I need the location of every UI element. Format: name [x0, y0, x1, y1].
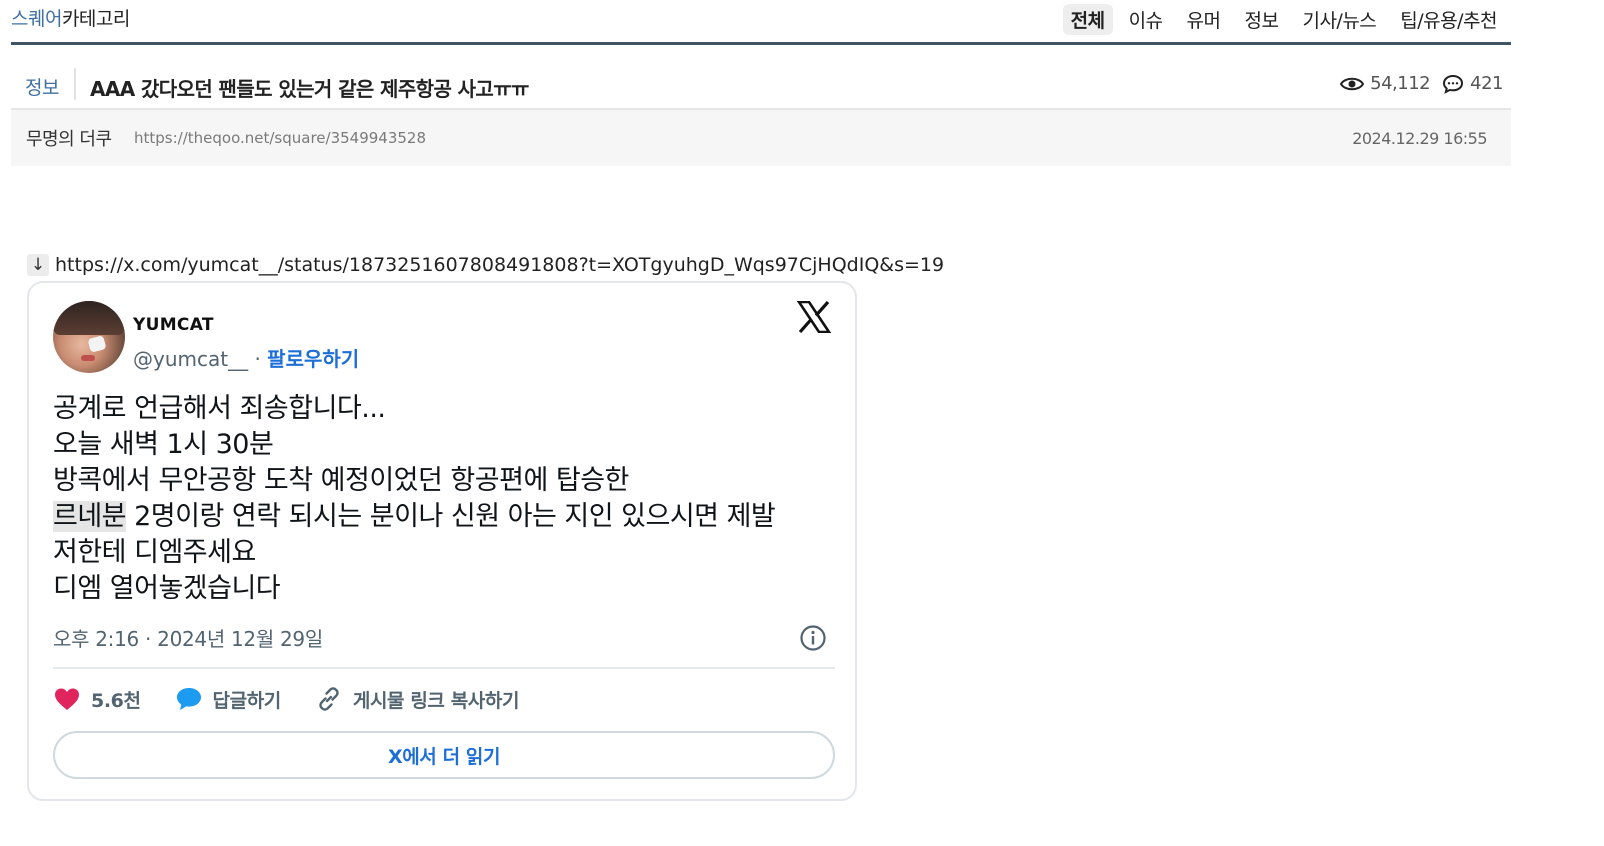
tweet-line-rest: 2명이랑 연락 되시는 분이나 신원 아는 지인 있으시면 제발	[126, 501, 776, 532]
top-navigation: 스퀘어카테고리 전체 이슈 유머 정보 기사/뉴스 팁/유용/추천	[11, 0, 1511, 45]
board-category-label[interactable]: 카테고리	[62, 8, 130, 30]
post-header: 정보 AAA 갔다오던 팬들도 있는거 같은 제주항공 사고ㅠㅠ 54,112 …	[11, 62, 1511, 110]
reply-button[interactable]: 답글하기	[175, 686, 281, 713]
divider	[74, 68, 76, 100]
board-brand[interactable]: 스퀘어	[11, 8, 62, 30]
heart-icon	[55, 688, 79, 710]
like-button[interactable]: 5.6천	[53, 686, 141, 713]
category-tabs: 전체 이슈 유머 정보 기사/뉴스 팁/유용/추천	[1062, 4, 1505, 35]
x-logo-icon[interactable]	[797, 301, 831, 333]
avatar[interactable]	[53, 301, 125, 373]
like-count: 5.6천	[91, 689, 141, 712]
highlighted-text: 르네분	[53, 501, 127, 532]
tweet-handle[interactable]: @yumcat__	[133, 347, 248, 371]
handle-separator: ·	[248, 347, 268, 371]
comment-icon	[1443, 74, 1464, 94]
tweet-embed: YUMCAT @yumcat__ · 팔로우하기 공계로 언급해서 죄송합니다.…	[27, 281, 857, 801]
link-icon	[319, 687, 339, 711]
post-meta: 무명의 더쿠 https://theqoo.net/square/3549943…	[11, 110, 1511, 166]
tweet-line: 방콕에서 무안공항 도착 예정이었던 항공편에 탑승한	[53, 465, 629, 496]
board-title[interactable]: 스퀘어카테고리	[11, 4, 130, 31]
tab-all[interactable]: 전체	[1062, 4, 1113, 35]
view-count: 54,112	[1370, 73, 1431, 94]
tweet-handle-line: @yumcat__ · 팔로우하기	[133, 343, 359, 372]
post-url[interactable]: https://theqoo.net/square/3549943528	[134, 129, 426, 147]
tweet-line: 오늘 새벽 1시 30분	[53, 429, 274, 460]
follow-button[interactable]: 팔로우하기	[267, 347, 359, 371]
tab-issue[interactable]: 이슈	[1121, 4, 1171, 35]
tab-tips[interactable]: 팁/유용/추천	[1392, 4, 1505, 35]
comment-count: 421	[1470, 73, 1503, 94]
copy-link-label: 게시물 링크 복사하기	[352, 689, 520, 712]
avatar-patch	[87, 335, 107, 353]
tweet-line: 디엠 열어놓겠습니다	[53, 573, 281, 604]
post-stats: 54,112 421	[1340, 73, 1503, 94]
post-date: 2024.12.29 16:55	[1352, 129, 1487, 148]
tweet-text: 공계로 언급해서 죄송합니다... 오늘 새벽 1시 30분 방콕에서 무안공항…	[53, 391, 776, 607]
info-icon[interactable]	[799, 624, 827, 652]
post-category[interactable]: 정보	[25, 73, 59, 100]
arrow-down-icon[interactable]: ↓	[27, 254, 49, 276]
copy-link-button[interactable]: 게시물 링크 복사하기	[315, 685, 519, 713]
tweet-actions: 5.6천 답글하기 게시물 링크 복사하기	[53, 685, 553, 713]
post-title: AAA 갔다오던 팬들도 있는거 같은 제주항공 사고ㅠㅠ	[90, 77, 529, 101]
tweet-line: 저한테 디엠주세요	[53, 537, 256, 568]
avatar-lips	[81, 355, 95, 361]
embed-link-text[interactable]: https://x.com/yumcat__/status/1873251607…	[55, 254, 944, 276]
author-name: 무명의 더쿠	[26, 129, 112, 150]
tab-info[interactable]: 정보	[1237, 4, 1287, 35]
read-more-button[interactable]: X에서 더 읽기	[53, 731, 835, 779]
tab-humor[interactable]: 유머	[1179, 4, 1229, 35]
embed-source-link: ↓ https://x.com/yumcat__/status/18732516…	[27, 254, 944, 276]
tweet-divider	[53, 667, 835, 669]
avatar-hair	[53, 301, 125, 335]
tweet-author-name[interactable]: YUMCAT	[133, 315, 214, 335]
tweet-line: 르네분 2명이랑 연락 되시는 분이나 신원 아는 지인 있으시면 제발	[53, 499, 776, 535]
tweet-line: 공계로 언급해서 죄송합니다...	[53, 393, 386, 424]
tweet-timestamp[interactable]: 오후 2:16 · 2024년 12월 29일	[53, 623, 323, 652]
eye-icon	[1340, 77, 1365, 90]
speech-bubble-icon	[176, 688, 201, 710]
tab-news[interactable]: 기사/뉴스	[1294, 4, 1384, 35]
reply-label: 답글하기	[212, 689, 282, 712]
